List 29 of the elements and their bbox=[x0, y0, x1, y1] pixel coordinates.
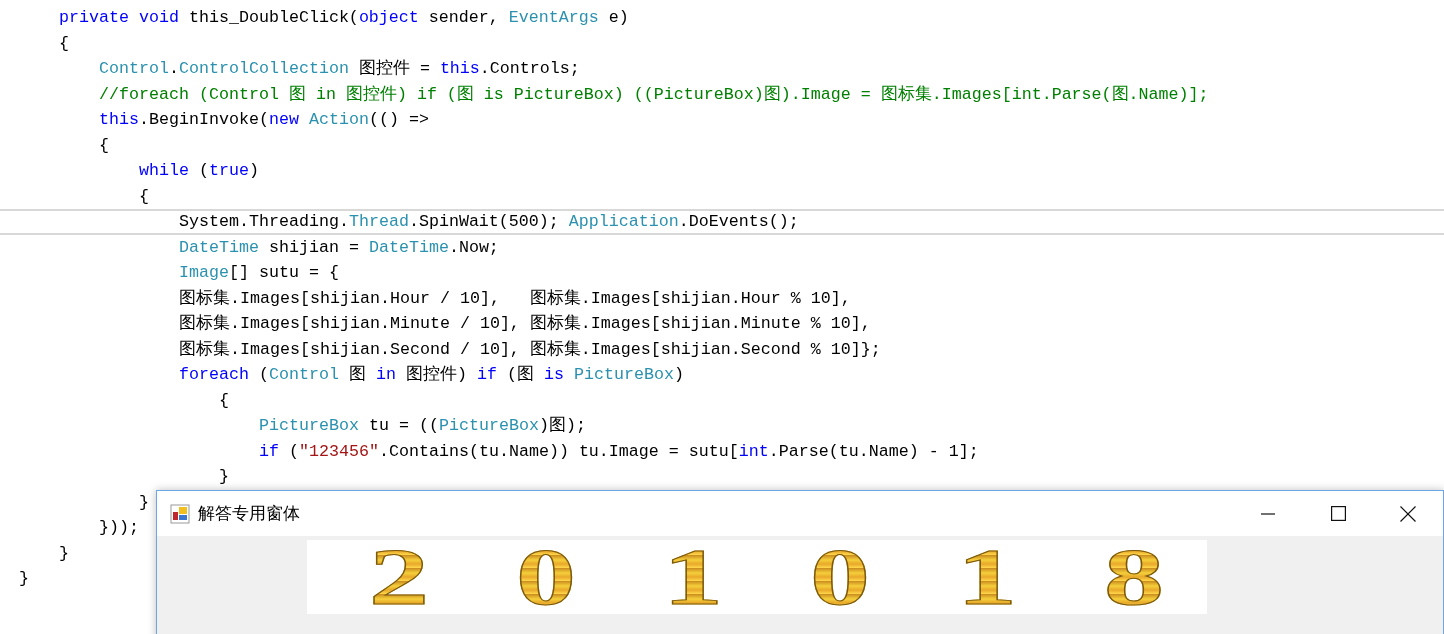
maximize-icon bbox=[1330, 506, 1346, 521]
code-line: PictureBox tu = ((PictureBox)图); bbox=[259, 416, 586, 435]
code-line: { bbox=[99, 135, 109, 155]
window-title: 解答专用窗体 bbox=[198, 502, 300, 525]
code-line: } bbox=[219, 467, 229, 486]
close-icon bbox=[1400, 505, 1416, 522]
code-line: { bbox=[59, 33, 69, 53]
code-line: System.Threading.Thread.SpinWait(500); Application.DoEvents(); bbox=[179, 212, 799, 231]
code-line: foreach (Control 图 in 图控件) if (图 is PictureBox) bbox=[179, 365, 684, 384]
code-line: })); bbox=[99, 518, 139, 537]
code-line: //foreach (Control 图 in 图控件) if (图 is PictureBox) ((PictureBox)图).Image = 图标集.Images[int.Parse(图.Name)]; bbox=[99, 84, 1209, 104]
code-line: Control.ControlCollection 图控件 = this.Controls; bbox=[99, 59, 580, 78]
code-line: 图标集.Images[shijian.Hour / 10], 图标集.Images[shijian.Hour % 10], bbox=[179, 288, 851, 308]
code-line: DateTime shijian = DateTime.Now; bbox=[179, 237, 499, 257]
minimize-icon bbox=[1261, 512, 1275, 515]
code-line: 图标集.Images[shijian.Minute / 10], 图标集.Images[shijian.Minute % 10], bbox=[179, 314, 871, 333]
code-line: while (true) bbox=[139, 161, 259, 180]
code-line: { bbox=[139, 186, 149, 206]
code-line: } bbox=[19, 569, 29, 588]
code-line: private void this_DoubleClick(object sender, EventArgs e) bbox=[59, 8, 629, 27]
code-line: this.BeginInvoke(new Action(() => bbox=[99, 110, 429, 129]
close-button[interactable] bbox=[1373, 491, 1443, 536]
code-line: Image[] sutu = { bbox=[179, 263, 339, 282]
code-line: if ("123456".Contains(tu.Name)) tu.Image = sutu[int.Parse(tu.Name) - 1]; bbox=[259, 441, 979, 461]
code-line: } bbox=[139, 492, 149, 512]
code-line: 图标集.Images[shijian.Second / 10], 图标集.Images[shijian.Second % 10]}; bbox=[179, 339, 881, 359]
app-icon bbox=[170, 503, 190, 524]
code-line: } bbox=[59, 543, 69, 563]
code-line: { bbox=[219, 390, 229, 410]
